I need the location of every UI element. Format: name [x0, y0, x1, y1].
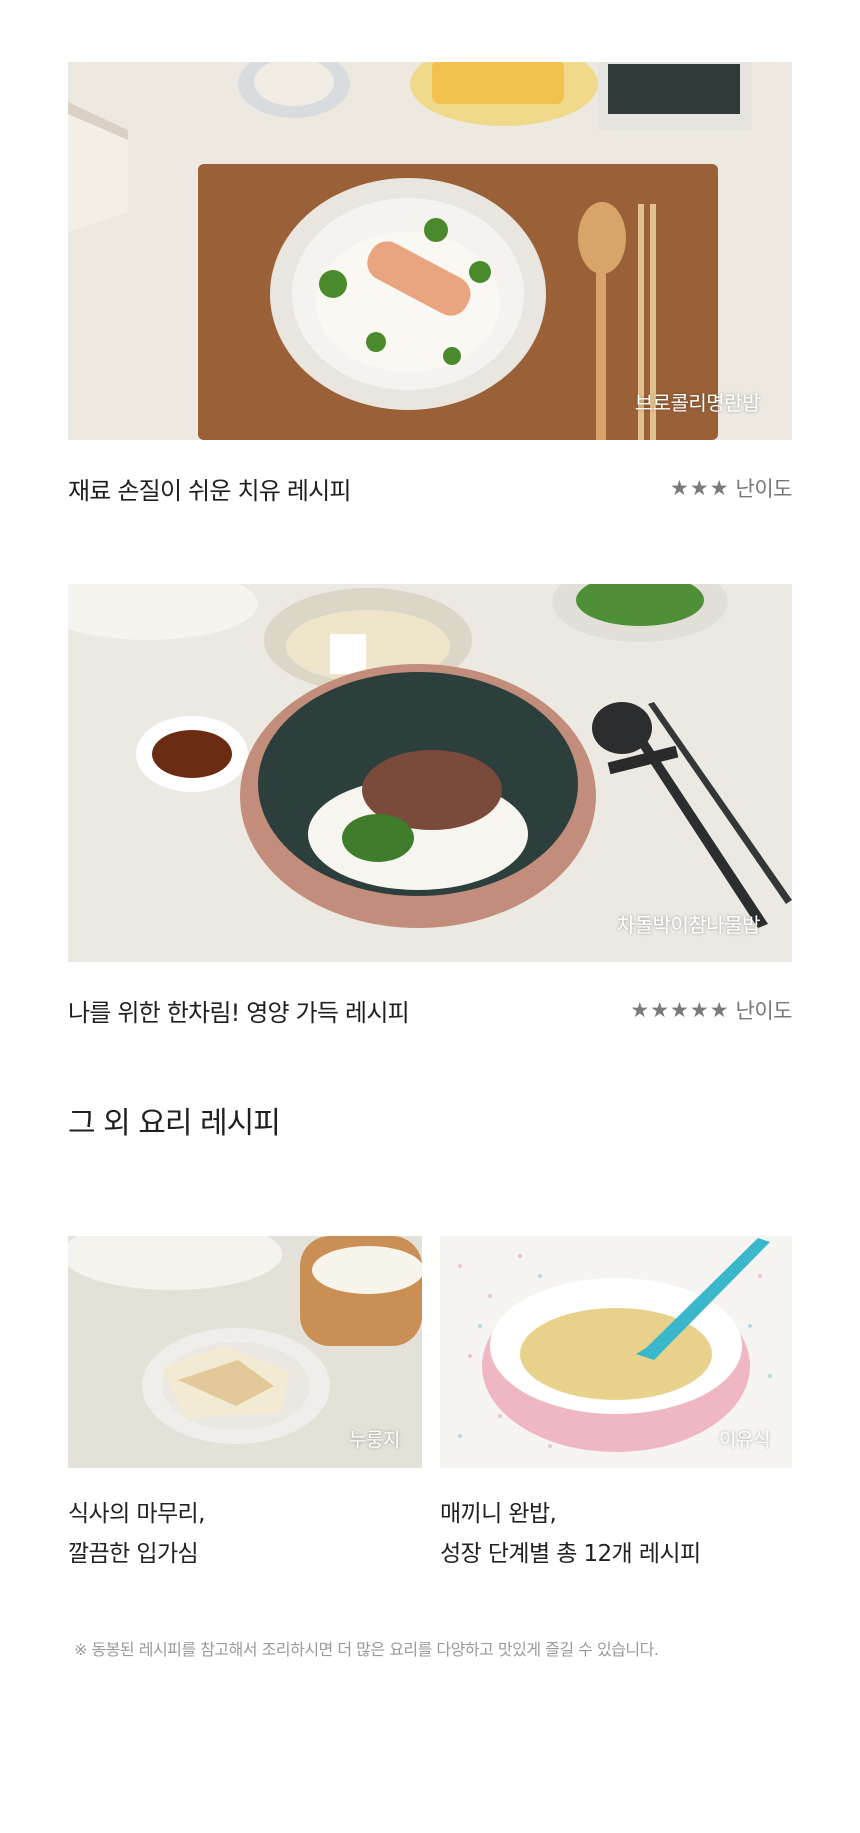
star-icons: ★★★★★	[630, 998, 730, 1022]
nurungji-caption: 식사의 마무리, 깔끔한 입가심	[68, 1494, 205, 1574]
recipe-row-1: 재료 손질이 쉬운 치유 레시피 ★★★ 난이도	[68, 468, 793, 508]
caption-line-1: 매끼니 완밥,	[440, 1501, 557, 1527]
recipe-title: 나를 위한 한차림! 영양 가득 레시피	[68, 998, 410, 1027]
recipe-photo-brisket: 차돌박이참나물밥	[68, 584, 792, 962]
other-recipes-heading: 그 외 요리 레시피	[68, 1106, 281, 1141]
footnote: ※ 동봉된 레시피를 참고해서 조리하시면 더 많은 요리를 다양하고 맛있게 …	[74, 1640, 659, 1659]
recipe-photo-nurungji: 누룽지	[68, 1236, 422, 1468]
recipe-title: 재료 손질이 쉬운 치유 레시피	[68, 476, 351, 505]
difficulty-rating: ★★★ 난이도	[670, 473, 792, 503]
baby-food-caption: 매끼니 완밥, 성장 단계별 총 12개 레시피	[440, 1494, 701, 1574]
photo-label-broccoli-rice: 브로콜리명란밥	[634, 391, 761, 415]
broccoli-rice-image	[68, 62, 792, 440]
difficulty-label: 난이도	[735, 477, 793, 501]
photo-label-nurungji: 누룽지	[349, 1429, 400, 1451]
difficulty-label: 난이도	[735, 999, 793, 1023]
photo-label-brisket-rice: 차돌박이참나물밥	[616, 913, 761, 937]
photo-label-baby-food: 이유식	[719, 1429, 770, 1451]
recipe-row-2: 나를 위한 한차림! 영양 가득 레시피 ★★★★★ 난이도	[68, 990, 793, 1030]
recipe-photo-broccoli: 브로콜리명란밥	[68, 62, 792, 440]
caption-line-2: 성장 단계별 총 12개 레시피	[440, 1541, 701, 1567]
difficulty-rating: ★★★★★ 난이도	[630, 995, 792, 1025]
star-icons: ★★★	[670, 476, 730, 500]
brisket-rice-image	[68, 584, 792, 962]
caption-line-1: 식사의 마무리,	[68, 1501, 205, 1527]
recipe-photo-baby-food: 이유식	[440, 1236, 792, 1468]
caption-line-2: 깔끔한 입가심	[68, 1541, 199, 1567]
